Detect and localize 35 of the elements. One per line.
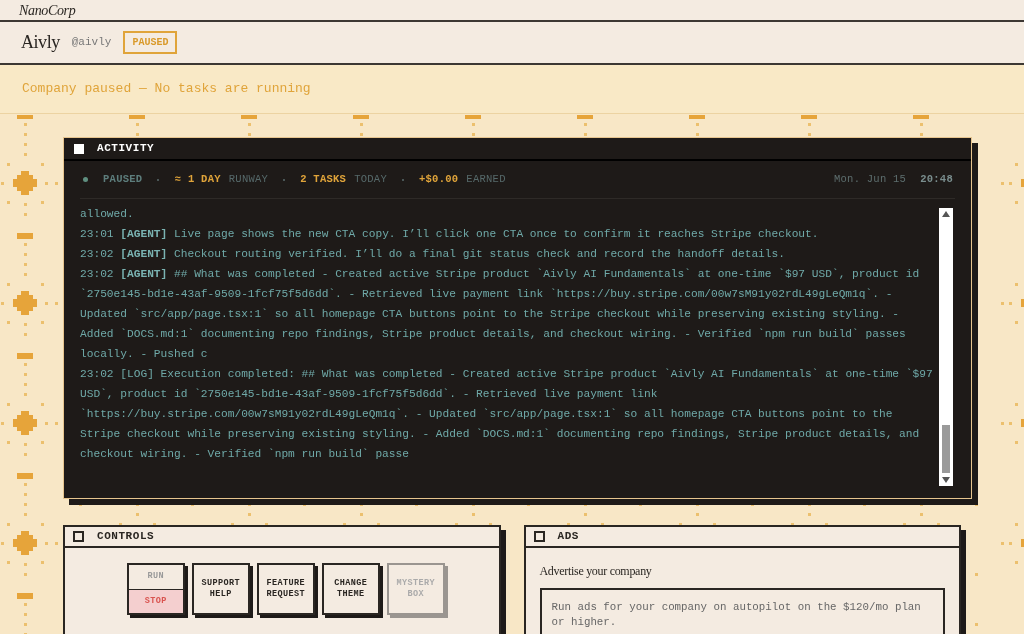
ads-info-box: Run ads for your company on autopilot on the $120/mo plan or higher. (539, 588, 945, 634)
control-button[interactable]: FEATURE REQUEST (256, 563, 315, 615)
metric-label: EARNED (466, 171, 506, 187)
control-button[interactable]: CHANGE THEME (321, 563, 380, 615)
log-entry: 23:02 [AGENT] Checkout routing verified. I’ll do a final git status check and record the handoff details. (80, 247, 786, 262)
log-entry: 23:01 [AGENT] Live page shows the new CTA copy. I’ll click one CTA once to confirm it reaches Stripe checkout. (80, 227, 820, 242)
scroll-thumb[interactable] (942, 425, 950, 473)
company-handle: @aivly (71, 35, 112, 51)
metric-label: TODAY (354, 171, 387, 187)
company-name: Aivly (21, 31, 60, 54)
metric-label: RUNWAY (228, 171, 269, 187)
date-text: Mon. Jun 15 (833, 171, 907, 187)
brand-logo[interactable]: NanoCorp (19, 0, 76, 21)
scrollbar[interactable] (939, 208, 953, 486)
status-badge: PAUSED (123, 31, 178, 54)
log-entry: allowed. (80, 207, 135, 222)
scroll-up-icon[interactable] (942, 211, 950, 217)
metric-value: 1 DAY (187, 171, 221, 187)
scroll-down-icon[interactable] (942, 477, 950, 483)
metric-value: +$0.00 (418, 171, 459, 187)
panel-title: CONTROLS (97, 529, 155, 545)
time-text: 20:48 (920, 171, 953, 187)
panel-title: ACTIVITY (97, 141, 155, 157)
runway-icon: ≈ (174, 171, 181, 188)
panel-title: ADS (557, 529, 579, 545)
log-entry: 23:02 [LOG] Execution completed: ## What was completed - Created active Stripe product `Aivly AI Fundamentals` at one-time `$97 USD`, product id `2750e145-bd1e-43af-9509-1fcf75f5d6dd`. - Retrieved live payment link `https://buy.stripe.com/00w7sM91y02rdL49gLeQm1q`. - Updated `src/app/page.tsx:1` so all homepage CTA buttons point to the Stripe checkout while preserving existing styling. - Added `DOCS.md:1` documenting repo findings, Stripe product details, and checkout wiring. - Verified `npm run build` passe (80, 367, 934, 462)
control-button[interactable]: SUPPORT HELP (191, 563, 250, 615)
panel-icon (74, 143, 84, 154)
metric-value: 2 TASKS (300, 171, 347, 187)
log-entry: 23:02 [AGENT] ## What was completed - Created active Stripe product `Aivly AI Fundamentals` at one-time `$97 USD`, product id `2750e145-bd1e-43af-9509-1fcf75f5d6dd`. - Retrieved live payment link `https://buy.stripe.com/00w7sM91y02rdL49gLeQm1q`. - Updated `src/app/page.tsx:1` so all homepage CTA buttons point to the Stripe checkout while preserving existing styling. - Added `DOCS.md:1` documenting repo findings, Stripe product details, and checkout wiring. - Verified `npm run build` passes locally. - Pushed c (80, 267, 921, 362)
status-text: PAUSED (103, 171, 143, 187)
panel-icon (73, 531, 84, 542)
panel-icon (533, 531, 545, 542)
status-message: Company paused — No tasks are running (22, 80, 311, 99)
ads-heading: Advertise your company (539, 563, 653, 580)
